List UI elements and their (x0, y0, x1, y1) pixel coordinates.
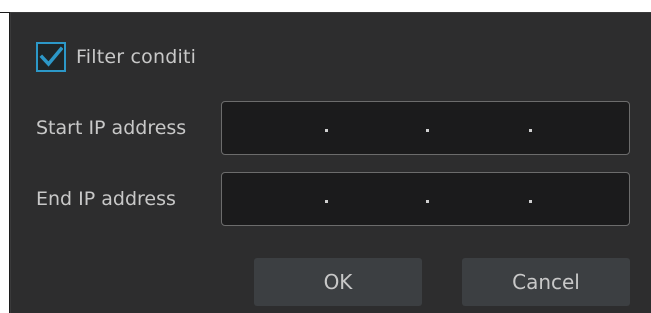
filter-condition-row[interactable]: Filter conditi (36, 40, 224, 74)
start-ip-separator-1 (325, 129, 328, 132)
cancel-button[interactable]: Cancel (462, 258, 630, 306)
filter-condition-checkbox[interactable] (36, 42, 66, 72)
start-ip-label: Start IP address (36, 117, 187, 139)
ok-button[interactable]: OK (254, 258, 422, 306)
start-ip-separator-2 (426, 129, 429, 132)
checkmark-icon (39, 46, 63, 67)
end-ip-separator-3 (529, 200, 532, 203)
start-ip-input[interactable] (221, 101, 630, 155)
end-ip-input[interactable] (221, 172, 630, 226)
end-ip-separator-1 (325, 200, 328, 203)
end-ip-separator-2 (426, 200, 429, 203)
filter-condition-label: Filter conditi (76, 46, 197, 68)
end-ip-label: End IP address (36, 188, 176, 210)
start-ip-separator-3 (529, 129, 532, 132)
